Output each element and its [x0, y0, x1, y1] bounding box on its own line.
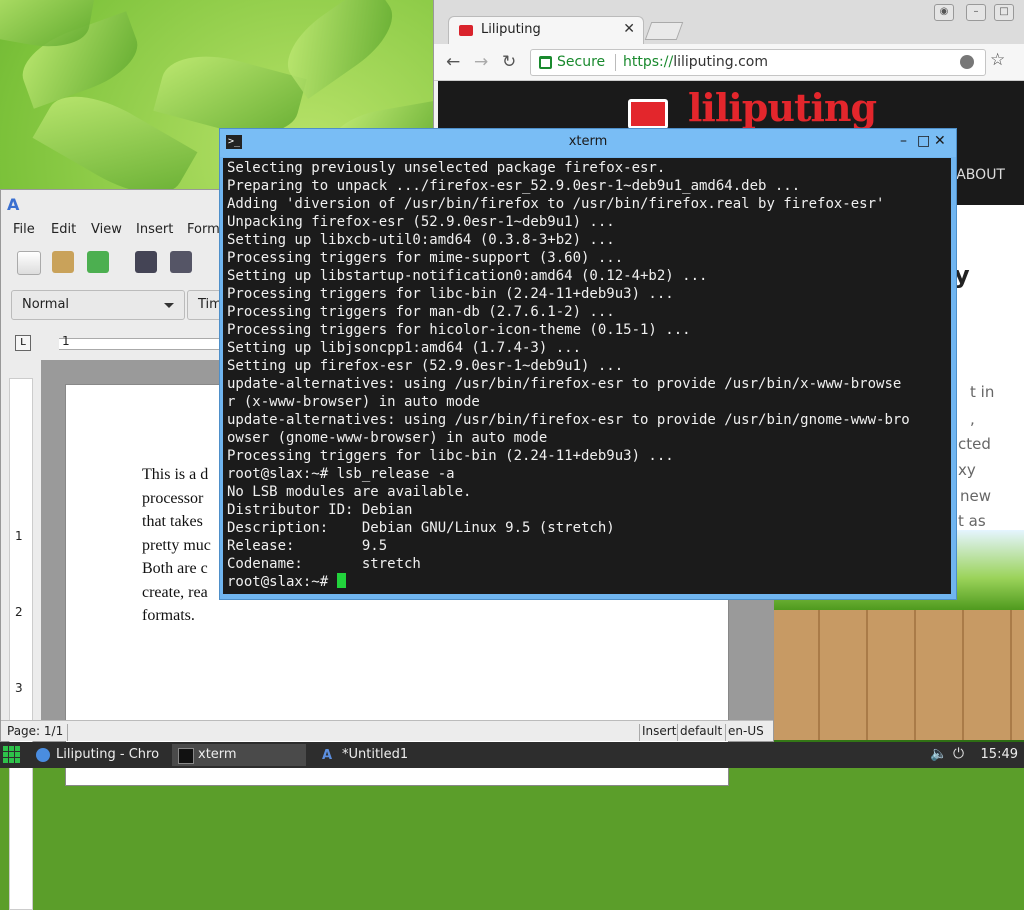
- clock[interactable]: 15:49: [981, 747, 1018, 762]
- new-tab-button[interactable]: [644, 22, 684, 40]
- article-fragment-2: ,: [970, 410, 975, 428]
- secure-label: Secure: [557, 54, 606, 70]
- task-xterm[interactable]: xterm: [172, 744, 306, 766]
- status-language: en-US: [728, 724, 764, 738]
- maximize-icon[interactable]: □: [994, 4, 1014, 21]
- taskbar: Liliputing - Chro xterm A *Untitled1 🔈 ⏻…: [0, 742, 1024, 768]
- article-fragment-4: xy: [958, 461, 976, 479]
- address-separator: [615, 54, 616, 71]
- bookmark-star-icon[interactable]: ☆: [990, 50, 1005, 70]
- liliputing-logo-icon: [628, 99, 668, 129]
- lock-icon: [539, 56, 552, 69]
- task-chrome[interactable]: Liliputing - Chro: [30, 744, 160, 766]
- vruler-mark-2: 2: [15, 605, 23, 619]
- maximize-icon[interactable]: □: [917, 133, 930, 149]
- vruler-mark-3: 3: [15, 681, 23, 695]
- abiword-statusbar: Page: 1/1 Insert default en-US: [1, 720, 773, 741]
- status-insert: Insert: [642, 724, 677, 738]
- address-bar[interactable]: Secure https://liliputing.com: [530, 49, 986, 76]
- open-folder-icon[interactable]: [52, 251, 74, 273]
- menu-insert[interactable]: Insert: [136, 222, 173, 237]
- menu-edit[interactable]: Edit: [51, 222, 76, 237]
- profile-icon[interactable]: ◉: [934, 4, 954, 21]
- address-text: https://liliputing.com: [623, 54, 768, 70]
- minimize-icon[interactable]: –: [966, 4, 986, 21]
- task-abiword[interactable]: A *Untitled1: [316, 744, 446, 766]
- chevron-down-icon: [164, 303, 174, 308]
- abiword-icon: A: [322, 748, 333, 763]
- liliputing-favicon-icon: [459, 25, 473, 36]
- status-default: default: [680, 724, 723, 738]
- save-icon[interactable]: [87, 251, 109, 273]
- vertical-ruler: 1 2 3: [9, 378, 33, 910]
- print-preview-icon[interactable]: [135, 251, 157, 273]
- site-image-wood: [772, 610, 1024, 740]
- menu-file[interactable]: File: [13, 222, 35, 237]
- article-fragment-3: cted: [958, 435, 991, 453]
- task-abiword-label: *Untitled1: [342, 747, 409, 762]
- close-icon[interactable]: ✕: [934, 133, 946, 149]
- reload-icon[interactable]: ↻: [502, 52, 516, 72]
- xterm-titlebar[interactable]: >_ xterm – □ ✕: [220, 129, 956, 157]
- style-value: Normal: [22, 297, 70, 312]
- terminal-area[interactable]: Selecting previously unselected package …: [223, 158, 951, 594]
- article-fragment-1: t in: [970, 383, 995, 401]
- status-empty: [67, 724, 640, 741]
- vruler-mark-1: 1: [15, 529, 23, 543]
- new-document-icon[interactable]: [17, 251, 41, 275]
- url-scheme: https://: [623, 54, 674, 70]
- chrome-toolbar: ← → ↻ Secure https://liliputing.com ☆: [434, 44, 1024, 81]
- document-text[interactable]: This is a d processor that takes pretty …: [142, 463, 211, 628]
- back-arrow-icon[interactable]: ←: [446, 52, 460, 72]
- extension-icon[interactable]: [960, 55, 974, 69]
- terminal-lines: Selecting previously unselected package …: [227, 160, 910, 572]
- site-logo[interactable]: liliputing: [688, 85, 877, 130]
- ruler-mark: 1: [62, 334, 70, 348]
- terminal-output: Selecting previously unselected package …: [227, 159, 910, 591]
- style-select[interactable]: Normal: [11, 290, 185, 320]
- article-fragment-6: t as: [958, 512, 986, 530]
- chrome-tabstrip: Liliputing ✕ ◉ – □: [434, 0, 1024, 45]
- task-xterm-label: xterm: [198, 747, 237, 762]
- print-icon[interactable]: [170, 251, 192, 273]
- terminal-icon: [178, 748, 194, 764]
- xterm-window: >_ xterm – □ ✕ Selecting previously unse…: [219, 128, 957, 600]
- terminal-cursor: [336, 573, 346, 588]
- nav-about-link[interactable]: ABOUT: [956, 167, 1005, 183]
- app-menu-icon[interactable]: [3, 746, 21, 764]
- forward-arrow-icon[interactable]: →: [474, 52, 488, 72]
- close-tab-icon[interactable]: ✕: [623, 21, 635, 37]
- chrome-tab-liliputing[interactable]: Liliputing ✕: [448, 16, 644, 45]
- task-chrome-label: Liliputing - Chro: [56, 747, 160, 762]
- menu-view[interactable]: View: [91, 222, 122, 237]
- status-page: Page: 1/1: [7, 724, 64, 738]
- chrome-icon: [36, 748, 50, 762]
- tab-stop-icon[interactable]: L: [15, 335, 31, 351]
- article-fragment-5: new: [960, 487, 992, 505]
- volume-icon[interactable]: 🔈: [930, 746, 947, 762]
- url-host: liliputing.com: [673, 54, 768, 70]
- chrome-tab-title: Liliputing: [481, 22, 541, 37]
- terminal-prompt: root@slax:~#: [227, 574, 337, 590]
- menu-format[interactable]: Form: [187, 222, 220, 237]
- minimize-icon[interactable]: –: [900, 133, 907, 149]
- power-icon[interactable]: ⏻: [953, 746, 964, 762]
- abiword-logo-icon: A: [7, 195, 20, 214]
- xterm-title: xterm: [568, 134, 608, 149]
